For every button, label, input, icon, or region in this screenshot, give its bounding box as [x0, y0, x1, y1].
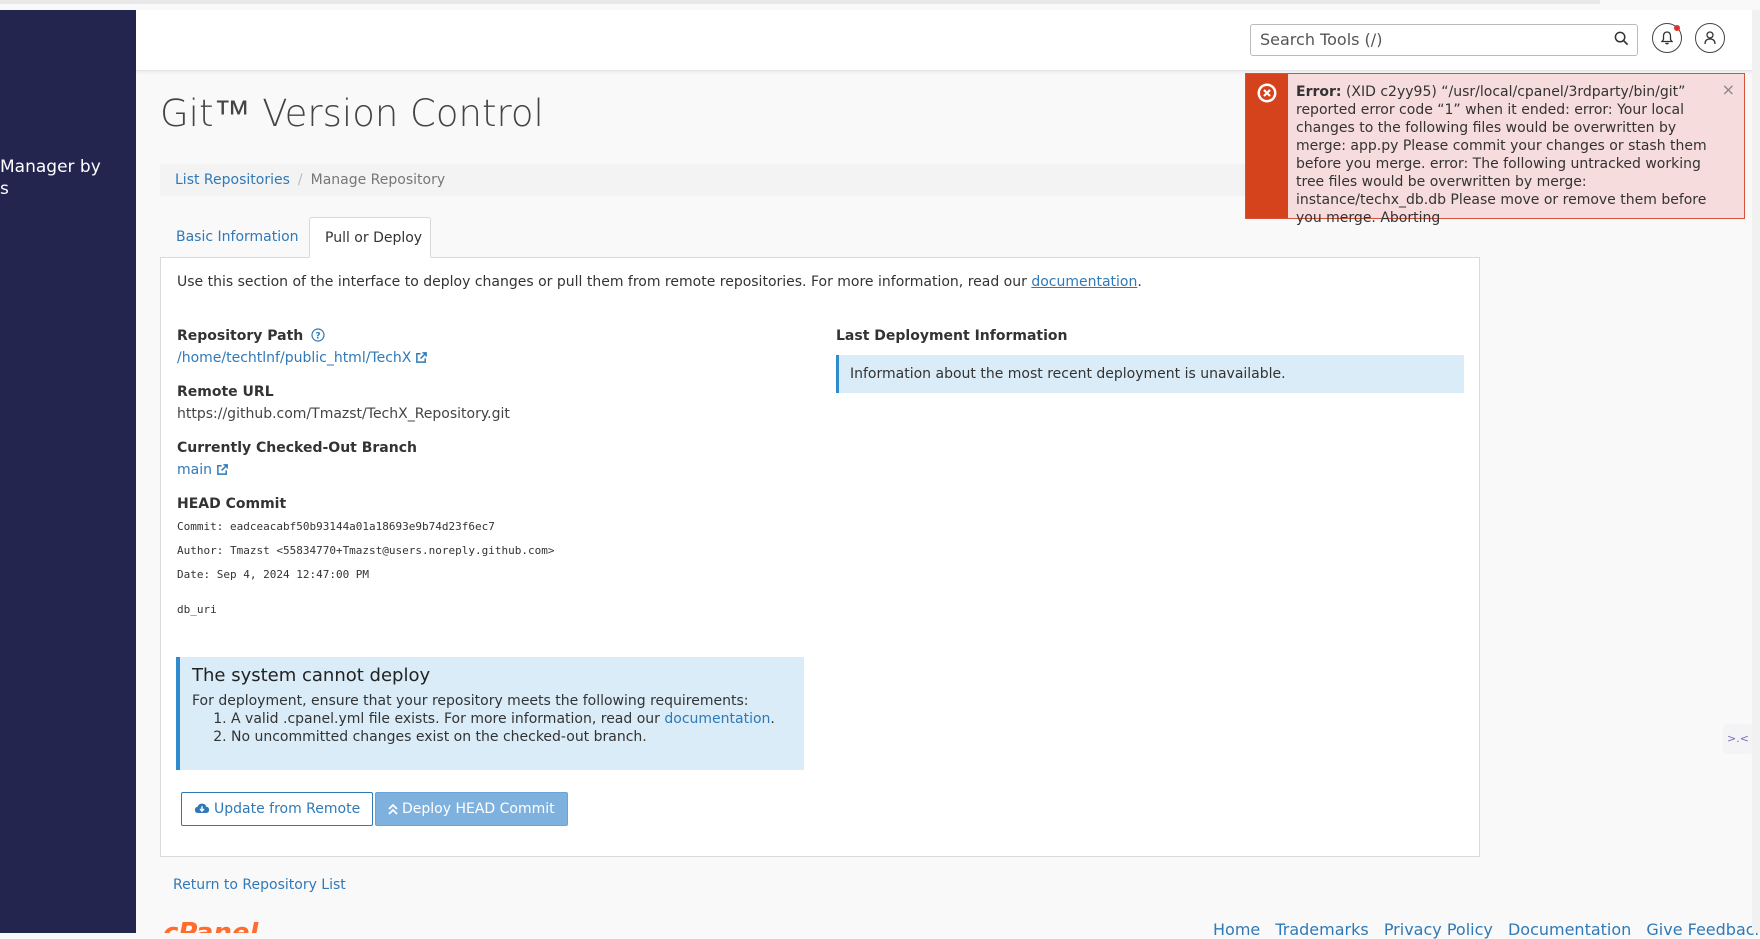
cpanel-logo-text: cPanel [163, 922, 281, 933]
error-bar [1246, 74, 1288, 218]
pull-deploy-panel: Use this section of the interface to dep… [160, 257, 1480, 857]
svg-text:?: ? [316, 332, 321, 342]
deploy-head-commit-button[interactable]: Deploy HEAD Commit [375, 792, 568, 826]
intro-text-end: . [1137, 274, 1142, 290]
footer-link-documentation[interactable]: Documentation [1508, 920, 1631, 939]
deploy-head-commit-label: Deploy HEAD Commit [402, 801, 555, 817]
error-message: Error: (XID c2yy95) “/usr/local/cpanel/3… [1296, 83, 1716, 227]
last-deployment-info: Information about the most recent deploy… [836, 355, 1464, 393]
search-input[interactable] [1251, 25, 1600, 53]
close-icon[interactable]: × [1722, 80, 1735, 99]
double-chevron-up-icon [388, 803, 398, 815]
cannot-deploy-title: The system cannot deploy [192, 665, 431, 686]
update-from-remote-label: Update from Remote [214, 801, 361, 817]
notification-dot [1674, 25, 1680, 31]
head-commit-label: HEAD Commit [177, 496, 287, 512]
search-box[interactable] [1250, 24, 1638, 56]
bell-icon [1660, 31, 1674, 45]
commit-hash: Commit: eadceacabf50b93144a01a18693e9b74… [177, 520, 495, 533]
requirement-text: A valid .cpanel.yml file exists. For mor… [231, 711, 665, 727]
requirement-item: A valid .cpanel.yml file exists. For mor… [231, 710, 792, 728]
notifications-button[interactable] [1652, 23, 1682, 53]
footer-links: Home Trademarks Privacy Policy Documenta… [1213, 920, 1760, 939]
footer-link-give-feedback[interactable]: Give Feedback [1646, 920, 1760, 939]
error-prefix: Error: [1296, 84, 1342, 100]
cannot-deploy-text: For deployment, ensure that your reposit… [192, 693, 749, 709]
browser-top-strip [0, 0, 1600, 4]
commit-message: db_uri [177, 603, 217, 616]
footer-link-privacy-policy[interactable]: Privacy Policy [1384, 920, 1493, 939]
cloud-download-icon [194, 803, 210, 813]
error-notification: Error: (XID c2yy95) “/usr/local/cpanel/3… [1245, 73, 1745, 226]
error-x-circle-icon [1256, 82, 1278, 108]
requirement-item: No uncommitted changes exist on the chec… [231, 728, 792, 746]
repository-path-link[interactable]: /home/techtlnf/public_html/TechX [177, 350, 411, 366]
requirement-documentation-link[interactable]: documentation [664, 711, 770, 727]
repository-path-value[interactable]: /home/techtlnf/public_html/TechX [177, 350, 428, 368]
intro-documentation-link[interactable]: documentation [1031, 274, 1137, 290]
breadcrumb-list-repositories[interactable]: List Repositories [175, 172, 290, 188]
intro-text-body: Use this section of the interface to dep… [177, 274, 1032, 290]
breadcrumb-current: Manage Repository [310, 172, 446, 188]
intro-text: Use this section of the interface to dep… [177, 274, 1142, 290]
footer-link-trademarks[interactable]: Trademarks [1275, 920, 1368, 939]
cannot-deploy-alert: The system cannot deploy For deployment,… [176, 657, 804, 770]
sidebar-partial-text: Manager by s [0, 157, 101, 199]
branch-label: Currently Checked-Out Branch [177, 440, 417, 456]
repository-path-label-text: Repository Path [177, 328, 304, 344]
user-menu-button[interactable] [1695, 23, 1725, 53]
cpanel-logo: cPanel [163, 922, 281, 933]
last-deployment-label: Last Deployment Information [836, 328, 1068, 344]
error-message-text: (XID c2yy95) “/usr/local/cpanel/3rdparty… [1296, 84, 1707, 226]
page-title: Git™ Version Control [160, 92, 544, 135]
requirement-text-end: . [770, 711, 775, 727]
remote-url-label: Remote URL [177, 384, 274, 400]
repository-path-label: Repository Path ? [177, 328, 325, 346]
commit-date: Date: Sep 4, 2024 12:47:00 PM [177, 568, 370, 581]
branch-link[interactable]: main [177, 462, 212, 478]
tab-basic-information[interactable]: Basic Information [161, 217, 314, 258]
external-link-icon[interactable] [216, 463, 229, 480]
return-to-repository-list-link[interactable]: Return to Repository List [173, 877, 346, 893]
footer-link-home[interactable]: Home [1213, 920, 1260, 939]
commit-author: Author: Tmazst <55834770+Tmazst@users.no… [177, 544, 555, 557]
breadcrumb-separator: / [297, 172, 303, 188]
search-icon[interactable] [1614, 31, 1629, 50]
help-icon[interactable]: ? [311, 328, 325, 346]
user-icon [1704, 31, 1716, 45]
sidebar: Manager by s [0, 10, 136, 933]
branch-value[interactable]: main [177, 462, 229, 480]
page-scrollbar[interactable] [1752, 10, 1760, 933]
remote-url-value: https://github.com/Tmazst/TechX_Reposito… [177, 406, 510, 422]
side-widget-button[interactable]: >.< [1723, 724, 1753, 754]
external-link-icon[interactable] [415, 351, 428, 368]
update-from-remote-button[interactable]: Update from Remote [181, 792, 374, 826]
tab-pull-or-deploy[interactable]: Pull or Deploy [309, 217, 431, 258]
requirements-list: A valid .cpanel.yml file exists. For mor… [192, 710, 792, 746]
